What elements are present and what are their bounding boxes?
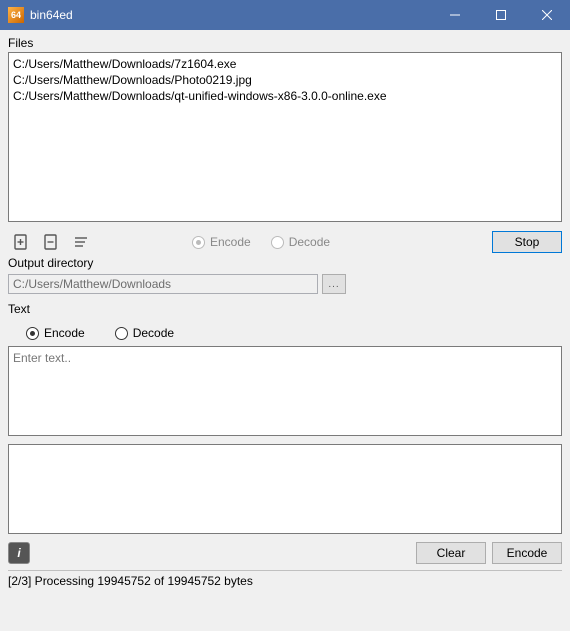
list-item[interactable]: C:/Users/Matthew/Downloads/Photo0219.jpg <box>13 72 557 88</box>
output-dir-label: Output directory <box>8 256 562 270</box>
browse-button[interactable]: ... <box>322 274 346 294</box>
radio-label: Decode <box>133 326 174 340</box>
info-icon: i <box>17 546 20 560</box>
maximize-button[interactable] <box>478 0 524 30</box>
file-plus-icon <box>12 233 30 251</box>
file-decode-radio: Decode <box>271 235 330 249</box>
text-section-label: Text <box>8 302 562 316</box>
radio-label: Encode <box>210 235 251 249</box>
radio-label: Encode <box>44 326 85 340</box>
text-output[interactable] <box>8 444 562 534</box>
text-decode-radio[interactable]: Decode <box>115 326 174 340</box>
window-title: bin64ed <box>30 8 432 22</box>
text-input[interactable] <box>8 346 562 436</box>
add-file-button[interactable] <box>8 229 34 255</box>
info-button[interactable]: i <box>8 542 30 564</box>
files-label: Files <box>8 36 562 50</box>
text-mode-group: Encode Decode <box>26 326 562 340</box>
list-item[interactable]: C:/Users/Matthew/Downloads/qt-unified-wi… <box>13 88 557 104</box>
app-icon: 64 <box>8 7 24 23</box>
titlebar: 64 bin64ed <box>0 0 570 30</box>
clear-list-button[interactable] <box>68 229 94 255</box>
close-button[interactable] <box>524 0 570 30</box>
file-encode-radio: Encode <box>192 235 251 249</box>
stop-button[interactable]: Stop <box>492 231 562 253</box>
encode-button[interactable]: Encode <box>492 542 562 564</box>
file-mode-group: Encode Decode <box>192 235 330 249</box>
list-item[interactable]: C:/Users/Matthew/Downloads/7z1604.exe <box>13 56 557 72</box>
files-listbox[interactable]: C:/Users/Matthew/Downloads/7z1604.exe C:… <box>8 52 562 222</box>
remove-file-button[interactable] <box>38 229 64 255</box>
output-dir-input[interactable] <box>8 274 318 294</box>
list-icon <box>72 233 90 251</box>
status-bar: [2/3] Processing 19945752 of 19945752 by… <box>8 570 562 588</box>
clear-button[interactable]: Clear <box>416 542 486 564</box>
radio-label: Decode <box>289 235 330 249</box>
text-encode-radio[interactable]: Encode <box>26 326 85 340</box>
file-minus-icon <box>42 233 60 251</box>
minimize-button[interactable] <box>432 0 478 30</box>
